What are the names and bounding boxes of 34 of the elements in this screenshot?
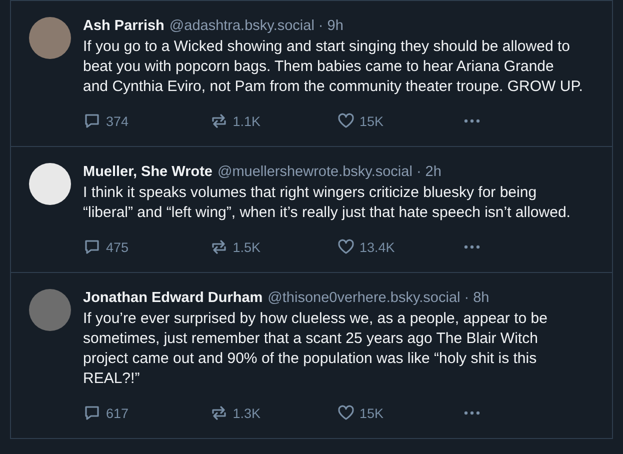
reply-icon[interactable] [83,238,101,256]
author-handle[interactable]: @thisone0verhere.bsky.social [268,290,460,306]
like-count: 15K [360,114,384,128]
post-time[interactable]: · 2h [416,164,442,180]
reply-count: 374 [106,114,129,128]
author-name[interactable]: Mueller, She Wrote [83,164,212,180]
repost-count: 1.5K [232,240,261,254]
author-name[interactable]: Ash Parrish [83,18,164,34]
reply-icon[interactable] [83,404,101,422]
repost-icon[interactable] [210,238,228,256]
like-count: 13.4K [360,240,395,254]
post-text: I think it speaks volumes that right wingers criticize bluesky for being “liberal” and “left wing”, when it’s really just that hate speech isn’t allowed. [83,183,572,223]
post-time[interactable]: · 8h [464,290,490,306]
reply-count: 617 [106,406,129,420]
post-time[interactable]: · 9h [318,18,344,34]
heart-icon[interactable] [336,112,354,130]
more-options-icon[interactable] [463,410,482,416]
repost-count: 1.3K [232,406,261,420]
reply-icon[interactable] [83,112,101,130]
repost-icon[interactable] [210,112,228,130]
post-text: If you’re ever surprised by how clueless we, as a people, appear to be sometimes, just remember that a scant 25 years ago The Blair Witch project came out and 90% of the population was like “holy shit is this REAL?!” [83,309,548,389]
post-text: If you go to a Wicked showing and start singing they should be allowed to beat you with popcorn bags. Them babies came to hear Ariana Grande and Cynthia Eviro, not Pam from the community theater troupe. GROW UP. [83,37,583,97]
avatar-photo-placeholder[interactable] [29,163,71,205]
author-handle[interactable]: @adashtra.bsky.social [169,18,314,34]
reply-count: 475 [106,240,129,254]
repost-count: 1.1K [232,114,261,128]
more-options-icon[interactable] [463,118,482,124]
author-name[interactable]: Jonathan Edward Durham [83,290,263,306]
heart-icon[interactable] [336,238,354,256]
author-handle[interactable]: @muellershewrote.bsky.social [217,164,412,180]
more-options-icon[interactable] [463,244,482,250]
repost-icon[interactable] [210,404,228,422]
like-count: 15K [360,406,384,420]
heart-icon[interactable] [336,404,354,422]
